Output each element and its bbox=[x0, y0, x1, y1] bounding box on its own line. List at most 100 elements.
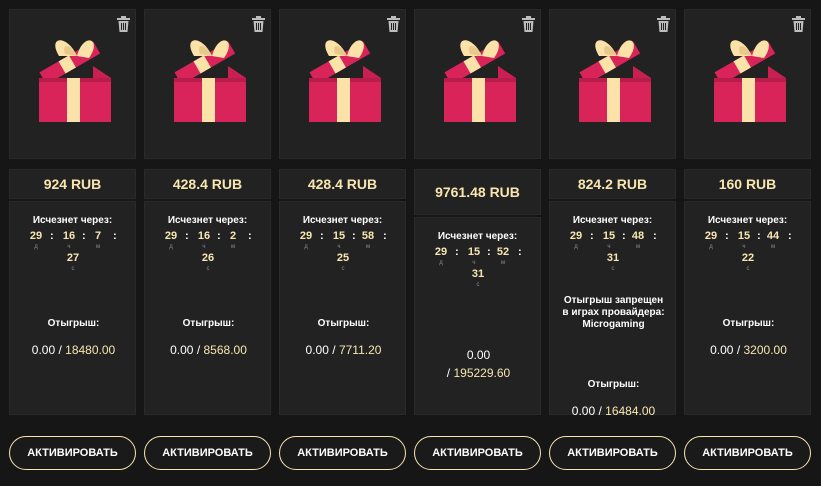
timer-separator: : bbox=[590, 230, 594, 242]
wager-slash: / bbox=[196, 343, 201, 357]
timer-hours-unit: ч bbox=[67, 244, 71, 250]
wager-progress: 0.00 / 195229.60 bbox=[415, 347, 542, 381]
timer-minutes-unit: м bbox=[770, 244, 776, 250]
countdown-timer: 29 д:15 ч:48 м:31 с bbox=[550, 230, 675, 286]
timer-hours-unit: ч bbox=[742, 244, 746, 250]
timer-seconds-unit: с bbox=[476, 282, 480, 288]
trash-icon[interactable] bbox=[657, 16, 670, 32]
timer-hours: 16 bbox=[62, 230, 76, 242]
bonus-image-panel bbox=[549, 9, 676, 159]
timer-seconds: 27 bbox=[66, 252, 80, 264]
bonus-amount: 924 RUB bbox=[9, 169, 136, 199]
bonus-image-panel bbox=[684, 9, 811, 159]
trash-icon[interactable] bbox=[117, 16, 130, 32]
gift-box-icon bbox=[577, 28, 653, 124]
wager-current: 0.00 bbox=[571, 404, 596, 418]
countdown-timer: 29 д:15 ч:52 м:31 с bbox=[415, 246, 540, 302]
timer-separator: : bbox=[725, 230, 729, 242]
wager-progress: 0.00 / 8568.00 bbox=[145, 342, 272, 358]
wager-progress: 0.00 / 7711.20 bbox=[280, 342, 407, 358]
timer-minutes-unit: м bbox=[230, 244, 236, 250]
trash-icon[interactable] bbox=[792, 16, 805, 32]
timer-minutes-unit: м bbox=[95, 244, 101, 250]
countdown-timer: 29 д:15 ч:58 м:25 с bbox=[280, 230, 405, 286]
wager-slash: / bbox=[736, 343, 741, 357]
timer-days: 29 bbox=[164, 230, 178, 242]
wager-progress: 0.00 / 18480.00 bbox=[10, 342, 137, 358]
timer-separator: : bbox=[113, 230, 117, 242]
bonus-info-panel: Исчезнет через: 29 д:15 ч:44 м:22 с Отыгрыш: 0.… bbox=[684, 201, 811, 415]
timer-seconds: 31 bbox=[471, 268, 485, 280]
timer-hours-unit: ч bbox=[472, 260, 476, 266]
timer-minutes: 44 bbox=[766, 230, 780, 242]
timer-separator: : bbox=[50, 230, 54, 242]
timer-seconds-unit: с bbox=[71, 266, 75, 272]
timer-minutes: 52 bbox=[496, 246, 510, 258]
wager-required: 195229.60 bbox=[453, 366, 511, 380]
timer-days: 29 bbox=[29, 230, 43, 242]
timer-separator: : bbox=[757, 230, 761, 242]
activate-button[interactable]: АКТИВИРОВАТЬ bbox=[414, 436, 541, 470]
wager-current: 0.00 bbox=[305, 343, 329, 357]
timer-separator: : bbox=[217, 230, 221, 242]
countdown-timer: 29 д:16 ч:7 м:27 с bbox=[10, 230, 135, 286]
timer-hours: 15 bbox=[602, 230, 616, 242]
timer-seconds-unit: с bbox=[206, 266, 210, 272]
timer-days: 29 bbox=[569, 230, 583, 242]
timer-days-unit: д bbox=[709, 244, 713, 250]
activate-button[interactable]: АКТИВИРОВАТЬ bbox=[144, 436, 271, 470]
timer-seconds: 22 bbox=[741, 252, 755, 264]
wager-label: Отыгрыш: bbox=[47, 318, 100, 329]
timer-minutes-unit: м bbox=[365, 244, 371, 250]
activate-button[interactable]: АКТИВИРОВАТЬ bbox=[549, 436, 676, 470]
wager-slash: / bbox=[446, 366, 451, 380]
wager-label: Отыгрыш: bbox=[722, 318, 775, 329]
trash-icon[interactable] bbox=[252, 16, 265, 32]
bonus-info-panel: Исчезнет через: 29 д:15 ч:48 м:31 с Отыгрыш за… bbox=[549, 201, 676, 418]
bonus-card: 9761.48 RUB Исчезнет через: 29 д:15 ч:52 м:31… bbox=[414, 9, 541, 471]
expires-label: Исчезнет через: bbox=[572, 215, 653, 226]
timer-separator: : bbox=[788, 230, 792, 242]
activate-button[interactable]: АКТИВИРОВАТЬ bbox=[279, 436, 406, 470]
wager-current: 0.00 bbox=[710, 343, 734, 357]
wager-label: Отыгрыш: bbox=[317, 318, 370, 329]
timer-seconds: 25 bbox=[336, 252, 350, 264]
countdown-timer: 29 д:16 ч:2 м:26 с bbox=[145, 230, 270, 286]
provider-restriction-note: Отыгрыш запрещен в играх провайдера: Mic… bbox=[562, 295, 665, 330]
trash-icon[interactable] bbox=[522, 16, 535, 32]
timer-separator: : bbox=[248, 230, 252, 242]
timer-days-unit: д bbox=[304, 244, 308, 250]
bonus-amount: 824.2 RUB bbox=[549, 169, 676, 199]
timer-seconds: 26 bbox=[201, 252, 215, 264]
bonus-amount: 428.4 RUB bbox=[144, 169, 271, 199]
timer-seconds-unit: с bbox=[746, 266, 750, 272]
gift-box-icon bbox=[172, 28, 248, 124]
wager-current: 0.00 bbox=[170, 343, 194, 357]
bonus-amount: 9761.48 RUB bbox=[414, 169, 541, 215]
expires-label: Исчезнет через: bbox=[707, 215, 788, 226]
timer-seconds-unit: с bbox=[611, 266, 615, 272]
wager-current: 0.00 bbox=[31, 343, 56, 357]
activate-button[interactable]: АКТИВИРОВАТЬ bbox=[9, 436, 136, 470]
timer-separator: : bbox=[455, 246, 459, 258]
activate-button[interactable]: АКТИВИРОВАТЬ bbox=[684, 436, 811, 470]
trash-icon[interactable] bbox=[387, 16, 400, 32]
bonus-amount: 428.4 RUB bbox=[279, 169, 406, 199]
bonus-card: 428.4 RUB Исчезнет через: 29 д:16 ч:2 м:26 с От… bbox=[144, 9, 271, 471]
timer-days-unit: д bbox=[439, 260, 443, 266]
timer-separator: : bbox=[185, 230, 189, 242]
wager-label: Отыгрыш: bbox=[182, 318, 235, 329]
timer-hours: 15 bbox=[467, 246, 481, 258]
gift-box-icon bbox=[307, 28, 383, 124]
wager-slash: / bbox=[58, 343, 62, 357]
timer-hours: 15 bbox=[737, 230, 751, 242]
gift-box-icon bbox=[442, 28, 518, 124]
wager-required: 16484.00 bbox=[605, 404, 656, 418]
wager-current: 0.00 bbox=[466, 348, 491, 362]
timer-minutes: 2 bbox=[229, 230, 237, 242]
wager-required: 7711.20 bbox=[338, 343, 382, 357]
timer-seconds-unit: с bbox=[341, 266, 345, 272]
expires-label: Исчезнет через: bbox=[32, 215, 113, 226]
timer-days-unit: д bbox=[169, 244, 173, 250]
bonus-image-panel bbox=[9, 9, 136, 159]
